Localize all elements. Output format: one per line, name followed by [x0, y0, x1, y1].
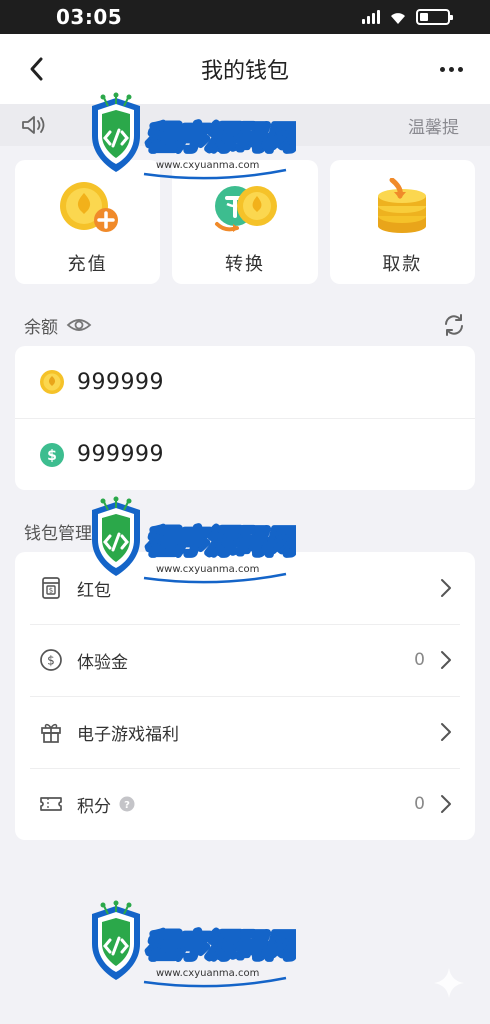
menu-label-game-bonus: 电子游戏福利 [77, 724, 179, 745]
management-card: $ 红包 $ 体验金 0 电子游戏福利 积分 ? 0 [15, 552, 475, 840]
menu-item-points[interactable]: 积分 ? 0 [15, 768, 475, 840]
menu-label-trial-fund: 体验金 [77, 652, 128, 673]
status-time: 03:05 [56, 5, 123, 29]
more-button[interactable] [434, 55, 468, 83]
balance-row-gold: 999999 [15, 346, 475, 418]
chevron-right-icon [441, 795, 451, 813]
balance-header: 余额 [0, 304, 490, 346]
recharge-button[interactable]: 充值 [15, 160, 161, 284]
svg-text:$: $ [49, 587, 53, 595]
dollar-coin-icon: $ [40, 442, 64, 467]
coin-plus-icon [59, 182, 118, 232]
svg-text:程序源码网: 程序源码网 [146, 929, 296, 964]
wifi-icon [391, 13, 405, 24]
gift-icon [41, 723, 61, 743]
ticket-icon [40, 797, 62, 811]
gold-balance-value: 999999 [77, 369, 164, 395]
watermark-logo: 程序源码网 程序源码网 www.cxyuanma.com [92, 900, 296, 988]
red-packet-icon: $ [42, 577, 60, 599]
status-bar: 03:05 [0, 0, 490, 34]
menu-item-trial-fund[interactable]: $ 体验金 0 [15, 624, 475, 696]
svg-text:程序源码网: 程序源码网 [146, 929, 296, 964]
dollar-circle-icon: $ [40, 649, 62, 671]
menu-value-trial-fund: 0 [414, 650, 425, 670]
battery-icon [416, 9, 453, 25]
chevron-right-icon [441, 723, 451, 741]
balance-row-dollar: $ 999999 [15, 418, 475, 490]
menu-item-game-bonus[interactable]: 电子游戏福利 [15, 696, 475, 768]
recharge-label: 充值 [67, 254, 108, 275]
svg-text:$: $ [47, 654, 55, 668]
coin-stack-icon [378, 178, 427, 233]
chevron-right-icon [441, 579, 451, 597]
withdraw-button[interactable]: 取款 [329, 160, 475, 284]
refresh-icon[interactable] [442, 313, 466, 337]
chevron-left-icon [30, 57, 43, 81]
exchange-label: 转换 [224, 254, 265, 275]
eye-icon[interactable] [66, 316, 92, 334]
gold-coin-icon [40, 370, 64, 394]
notice-bar[interactable]: 温馨提 [0, 104, 490, 146]
signal-icon [362, 10, 380, 24]
exchange-button[interactable]: 转换 [172, 160, 318, 284]
help-icon[interactable]: ? [119, 796, 135, 812]
svg-text:$: $ [47, 448, 57, 464]
management-header: 钱包管理 [0, 510, 490, 552]
svg-text:?: ? [124, 800, 130, 811]
menu-value-points: 0 [414, 794, 425, 814]
coin-exchange-icon [214, 186, 277, 232]
navbar: 我的钱包 [0, 34, 490, 104]
more-dots-icon [439, 66, 445, 72]
chevron-right-icon [441, 651, 451, 669]
management-title: 钱包管理 [24, 523, 92, 544]
notice-text: 温馨提 [408, 117, 459, 138]
dollar-balance-value: 999999 [77, 442, 164, 467]
svg-text:www.cxyuanma.com: www.cxyuanma.com [156, 968, 259, 979]
back-button[interactable] [22, 55, 50, 83]
status-icons [362, 9, 453, 25]
balance-title: 余额 [24, 317, 58, 338]
page-title: 我的钱包 [200, 59, 289, 84]
menu-item-red-packet[interactable]: $ 红包 [15, 552, 475, 624]
menu-label-red-packet: 红包 [77, 580, 111, 601]
menu-label-points: 积分 [77, 796, 111, 817]
action-cards: 充值 转换 取款 [0, 146, 490, 284]
speaker-icon [22, 116, 45, 134]
balance-card: 999999 $ 999999 [15, 346, 475, 490]
sparkle-icon [434, 968, 464, 998]
withdraw-label: 取款 [382, 254, 423, 275]
